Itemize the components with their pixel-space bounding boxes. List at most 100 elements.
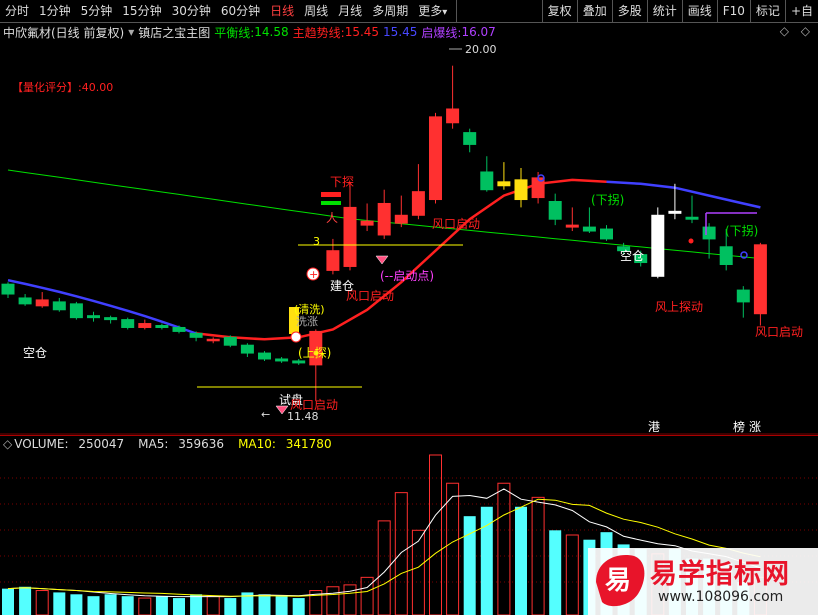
candle-body xyxy=(52,301,66,311)
candlestick-chart[interactable]: +【量化评分】:40.0020.0011.48←空仓空仓试盘风口启动风口启动风口… xyxy=(0,41,818,435)
candle-body xyxy=(668,210,682,214)
candle-body xyxy=(719,246,733,265)
brand-name: 易学指标网 xyxy=(650,559,790,590)
label-xiaguai-1: (下拐) xyxy=(591,192,624,207)
volume-bar-down xyxy=(70,594,83,615)
period-tab-7[interactable]: 周线 xyxy=(299,0,333,22)
candle-body xyxy=(360,220,374,226)
candle-body xyxy=(121,319,135,328)
stock-title: 中欣氟材(日线 前复权) xyxy=(3,25,125,40)
gem-icon xyxy=(375,255,389,265)
label-jiancang: 建仓 xyxy=(330,279,354,293)
candle-body xyxy=(480,171,494,191)
candle-body xyxy=(497,181,511,187)
label-fengkou-3: 风口启动 xyxy=(432,217,480,231)
ma10-label: MA10: 341780 xyxy=(238,437,332,451)
candle-body xyxy=(651,214,665,277)
candle-body xyxy=(189,332,203,338)
toolbar-button-1[interactable]: 叠加 xyxy=(576,0,612,22)
candle-body xyxy=(18,297,32,305)
volume-bar-down xyxy=(515,506,527,615)
ma5-label: MA5: 359636 xyxy=(138,437,225,451)
volume-bar-up xyxy=(35,590,49,615)
volume-info-bar: ◇ VOLUME: 250047 MA5: 359636 MA10: 34178… xyxy=(0,435,818,452)
candle-body xyxy=(138,323,152,328)
period-tab-2[interactable]: 5分钟 xyxy=(76,0,118,22)
volume-bar-up xyxy=(446,482,460,615)
label-fengkou-1: 风口启动 xyxy=(290,398,338,412)
candle-body xyxy=(600,228,613,240)
volume-bar-down xyxy=(19,586,32,615)
candle-body xyxy=(685,216,699,220)
candle-body xyxy=(275,358,289,362)
volume-bar-down xyxy=(292,598,305,615)
signal-bar-red xyxy=(321,192,341,197)
period-tab-1[interactable]: 1分钟 xyxy=(34,0,76,22)
volume-bar-up xyxy=(326,586,340,615)
candle-body xyxy=(411,191,425,216)
toolbar-button-0[interactable]: 复权 xyxy=(541,0,577,22)
candle-body xyxy=(292,360,306,364)
toolbar-button-3[interactable]: 统计 xyxy=(646,0,682,22)
toolbar-button-5[interactable]: F10 xyxy=(716,0,750,22)
signal-bar-green xyxy=(321,201,341,205)
trend-line-value: 15.45 xyxy=(344,25,380,39)
volume-bar-up xyxy=(411,529,425,615)
candle-body xyxy=(35,299,49,307)
candle-body xyxy=(514,179,528,201)
label-zhang: 涨 xyxy=(749,419,761,434)
window-controls[interactable]: ◇ ◇ xyxy=(780,24,814,38)
brand-url: www.108096.com xyxy=(658,589,784,605)
candle-body xyxy=(87,315,100,319)
volume-bar-up xyxy=(206,595,220,615)
collapse-icon[interactable]: ◇ xyxy=(3,437,12,451)
brand-logo-char: 易 xyxy=(605,566,632,596)
volume-bar-up xyxy=(394,492,408,615)
volume-bar-down xyxy=(121,596,134,615)
period-tab-8[interactable]: 月线 xyxy=(333,0,367,22)
period-tab-6[interactable]: 日线 xyxy=(265,0,299,22)
buy-plus-icon-2 xyxy=(290,331,302,343)
red-dot xyxy=(688,238,694,244)
period-tab-4[interactable]: 30分钟 xyxy=(167,0,216,22)
candle-body xyxy=(753,244,767,315)
candle-body xyxy=(258,352,271,360)
volume-bar-up xyxy=(531,496,545,615)
toolbar-button-6[interactable]: 标记 xyxy=(749,0,785,22)
toolbar-button-2[interactable]: 多股 xyxy=(611,0,647,22)
more-arrow-icon[interactable]: ▾ xyxy=(442,7,447,18)
candle-body xyxy=(69,303,83,319)
quant-score-label: 【量化评分】:40.00 xyxy=(12,80,113,94)
period-tab-0[interactable]: 分时 xyxy=(0,0,34,22)
indicator-info-bar: 中欣氟材(日线 前复权) ▾ 镇店之宝主图 平衡线: 14.58 主趋势线: 1… xyxy=(0,23,818,41)
candle-body xyxy=(736,289,750,303)
volume-bar-down xyxy=(155,596,168,615)
period-toolbar: 分时 1分钟 5分钟 15分钟 30分钟 60分钟 日线 周线 月线 多周期 更多▾ 复权 叠加 多股统… xyxy=(0,0,818,23)
indicator-name[interactable]: 镇店之宝主图 xyxy=(138,24,210,41)
toolbar-button-4[interactable]: 画线 xyxy=(681,0,717,22)
candle-body xyxy=(429,116,442,201)
period-tab-10[interactable]: 更多▾ xyxy=(413,0,458,22)
person-icon: 人 xyxy=(326,211,338,225)
plus-glyph: + xyxy=(309,268,318,281)
burst-line-label: 启爆线: xyxy=(421,25,462,40)
toolbar-button-7[interactable]: +自 xyxy=(784,0,818,22)
volume-bar-down xyxy=(549,530,562,615)
candle-body xyxy=(582,226,596,232)
candle-body xyxy=(240,344,254,354)
period-tab-3[interactable]: 15分钟 xyxy=(117,0,166,22)
volume-bar-down xyxy=(258,594,271,615)
candle-body xyxy=(377,202,391,236)
volume-bar-down xyxy=(53,592,66,615)
balance-line-value: 14.58 xyxy=(254,25,289,39)
label-xiaguai-2: (下拐) xyxy=(725,223,758,238)
volume-bar-down xyxy=(275,596,288,615)
label-kongcang-2: 空仓 xyxy=(620,249,644,263)
indicator-dropdown-icon[interactable]: ▾ xyxy=(128,25,134,39)
period-tab-9[interactable]: 多周期 xyxy=(367,0,413,22)
period-tab-5[interactable]: 60分钟 xyxy=(216,0,265,22)
extra-line-value: 15.45 xyxy=(383,25,418,39)
high-price-label: 20.00 xyxy=(465,43,497,56)
candle-body xyxy=(172,326,186,332)
trend-line-label: 主趋势线: xyxy=(292,25,345,40)
